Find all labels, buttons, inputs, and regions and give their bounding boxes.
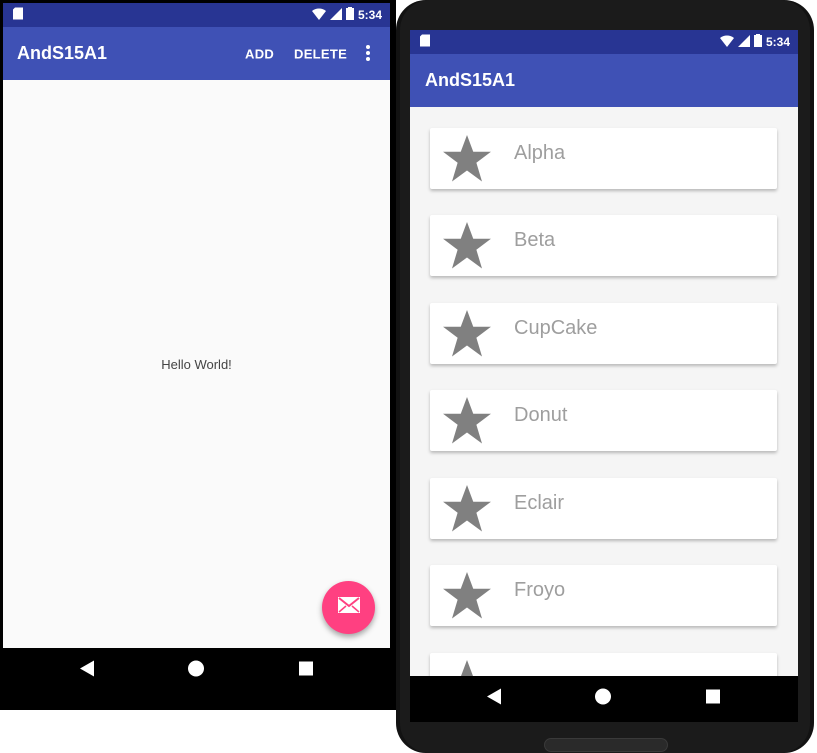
back-icon[interactable]	[80, 660, 94, 682]
recents-icon[interactable]	[706, 689, 720, 709]
wifi-icon	[311, 7, 326, 23]
star-icon	[442, 485, 492, 538]
status-bar: 5:34	[3, 3, 390, 27]
list-item-label: CupCake	[514, 317, 598, 339]
app-bar: AndS15A1	[410, 54, 798, 107]
list-item-partial[interactable]	[430, 653, 777, 676]
list-item[interactable]: Froyo	[430, 565, 777, 626]
star-icon	[442, 135, 492, 188]
status-bar: 5:34	[410, 30, 798, 54]
status-time: 5:34	[357, 8, 382, 22]
sd-card-icon	[420, 34, 430, 50]
status-time: 5:34	[765, 35, 790, 49]
right-device: 5:34 AndS15A1 Alpha Beta CupCake Donut E…	[396, 0, 814, 753]
recents-icon[interactable]	[299, 661, 313, 681]
app-bar: AndS15A1 ADD DELETE	[3, 27, 390, 80]
list-item-label: Donut	[514, 404, 568, 426]
nav-bar	[3, 648, 390, 694]
list-item[interactable]: Beta	[430, 215, 777, 276]
signal-icon	[329, 7, 342, 23]
star-icon	[442, 310, 492, 363]
speaker-grille	[544, 738, 668, 752]
main-content: Hello World!	[3, 80, 390, 648]
left-device: 5:34 AndS15A1 ADD DELETE Hello World!	[0, 0, 396, 710]
home-icon[interactable]	[595, 688, 611, 710]
nav-bar	[410, 676, 798, 722]
list-item-label: Beta	[514, 229, 556, 251]
list-item[interactable]: CupCake	[430, 303, 777, 364]
app-title: AndS15A1	[425, 70, 516, 90]
delete-button[interactable]: DELETE	[294, 46, 347, 61]
app-title: AndS15A1	[17, 43, 108, 63]
add-button[interactable]: ADD	[245, 46, 274, 61]
list-item[interactable]: Donut	[430, 390, 777, 451]
sd-card-icon	[13, 7, 23, 23]
list-item[interactable]: Alpha	[430, 128, 777, 189]
battery-icon	[753, 34, 762, 50]
hello-text: Hello World!	[161, 357, 232, 372]
home-icon[interactable]	[188, 660, 204, 682]
star-icon	[442, 397, 492, 450]
wifi-icon	[719, 34, 734, 50]
fab-mail-button[interactable]	[322, 581, 375, 634]
battery-icon	[345, 7, 354, 23]
device-screen: 5:34 AndS15A1 Alpha Beta CupCake Donut E…	[410, 30, 798, 676]
star-icon	[442, 660, 492, 676]
mail-icon	[337, 597, 360, 618]
item-list: Alpha Beta CupCake Donut Eclair Froyo	[410, 107, 798, 676]
back-icon[interactable]	[487, 688, 501, 710]
signal-icon	[737, 34, 750, 50]
list-item-label: Alpha	[514, 142, 566, 164]
list-item-label: Froyo	[514, 579, 566, 601]
star-icon	[442, 222, 492, 275]
star-icon	[442, 572, 492, 625]
list-item-label: Eclair	[514, 492, 565, 514]
list-item[interactable]: Eclair	[430, 478, 777, 539]
more-vert-icon[interactable]	[366, 45, 370, 66]
